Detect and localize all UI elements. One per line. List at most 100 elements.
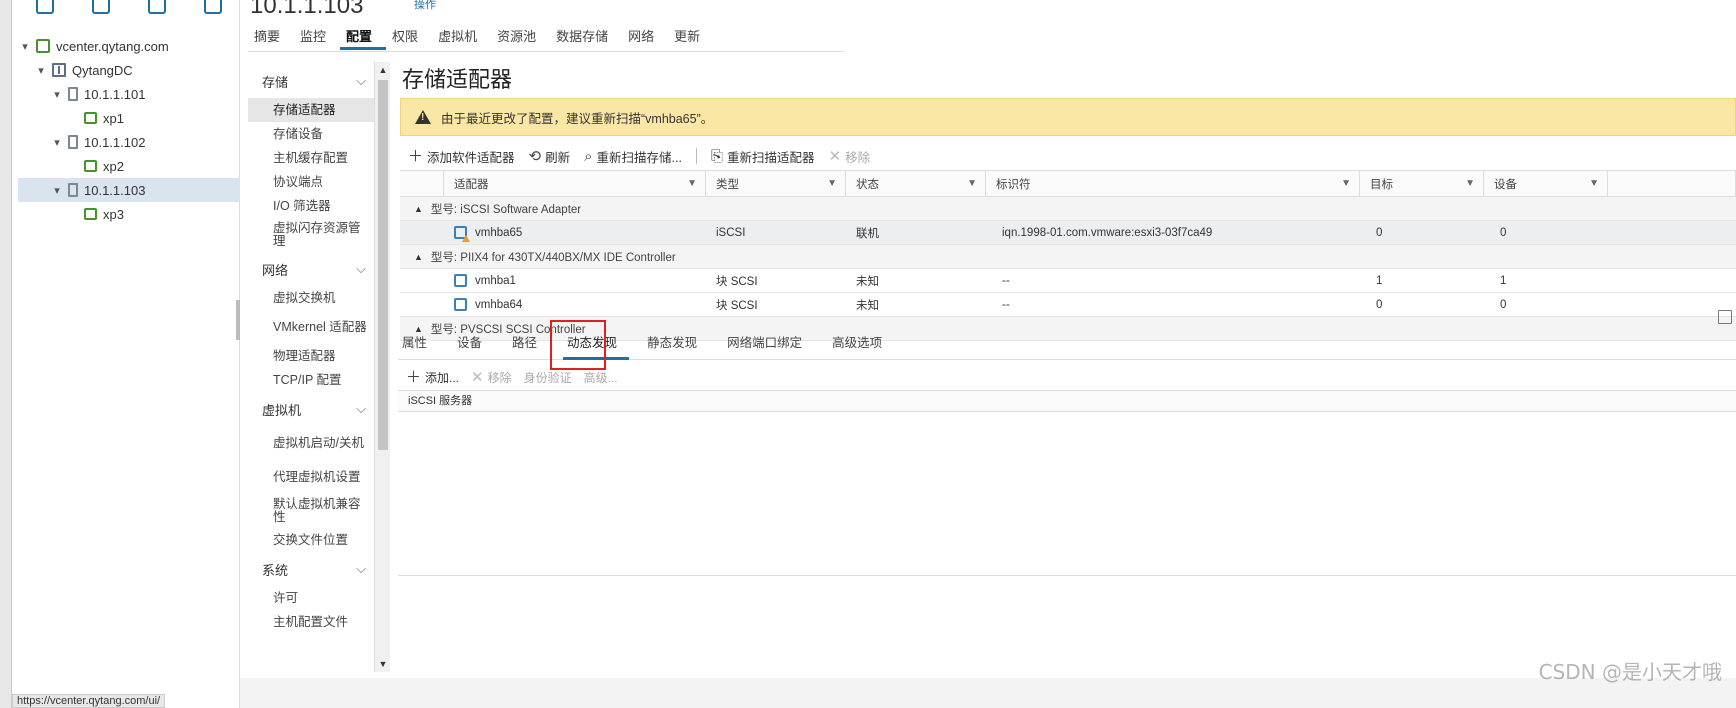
column-header-targets[interactable]: 目标 ▼: [1360, 171, 1484, 196]
tree-node-host-103[interactable]: ▾ 10.1.1.103: [18, 178, 240, 202]
networking-icon[interactable]: [204, 0, 222, 14]
nav-item-protocol-endpoints[interactable]: 协议端点: [248, 170, 374, 194]
add-target-button[interactable]: ＋ 添加...: [406, 369, 459, 386]
inventory-view-switcher: [24, 0, 234, 20]
tree-node-label: xp3: [103, 206, 124, 222]
tab-advanced-options[interactable]: 高级选项: [828, 328, 894, 360]
configure-nav: 存储 ⌵ 存储适配器 存储设备 主机缓存配置 协议端点 I/O 筛选器 虚拟闪存…: [248, 64, 374, 676]
rescan-adapter-button[interactable]: ⎘ 重新扫描适配器: [711, 147, 815, 166]
filter-icon[interactable]: ▼: [827, 178, 837, 189]
nav-scrollbar[interactable]: ▲ ▼: [374, 62, 390, 672]
nav-item-default-vm-compat[interactable]: 默认虚拟机兼容性: [248, 494, 374, 528]
hosts-clusters-icon[interactable]: [36, 0, 54, 14]
remove-target-button[interactable]: ✕ 移除: [471, 369, 512, 386]
nav-item-host-cache[interactable]: 主机缓存配置: [248, 146, 374, 170]
tree-node-host-102[interactable]: ▾ 10.1.1.102: [18, 130, 240, 154]
nav-item-storage-adapters[interactable]: 存储适配器: [248, 98, 374, 122]
tree-node-host-101[interactable]: ▾ 10.1.1.101: [18, 82, 240, 106]
remove-button[interactable]: ✕ 移除: [828, 147, 870, 166]
nav-group-vm[interactable]: 虚拟机 ⌵: [248, 392, 374, 426]
nav-item-agent-vm[interactable]: 代理虚拟机设置: [248, 460, 374, 494]
column-header-adapter[interactable]: 适配器 ▼: [444, 171, 706, 196]
rescan-storage-button[interactable]: ⌕ 重新扫描存储...: [584, 147, 682, 166]
button-label: 移除: [845, 150, 871, 165]
scroll-down-icon[interactable]: ▼: [378, 659, 388, 669]
nav-item-virtual-switches[interactable]: 虚拟交换机: [248, 286, 374, 310]
nav-group-storage[interactable]: 存储 ⌵: [248, 64, 374, 98]
column-header-status[interactable]: 状态 ▼: [846, 171, 986, 196]
filter-icon[interactable]: ▼: [687, 178, 697, 189]
nav-item-physical-adapters[interactable]: 物理适配器: [248, 344, 374, 368]
tab-datastores[interactable]: 数据存储: [550, 26, 622, 50]
pane-resize-handle[interactable]: [236, 300, 240, 340]
toolbar-separator: [695, 148, 697, 164]
tab-monitor[interactable]: 监控: [294, 26, 340, 50]
filter-icon[interactable]: ▼: [967, 178, 977, 189]
column-header-identifier[interactable]: 标识符 ▼: [986, 171, 1360, 196]
filter-icon[interactable]: ▼: [1465, 178, 1475, 189]
nav-group-network[interactable]: 网络 ⌵: [248, 252, 374, 286]
chevron-down-icon[interactable]: ▾: [50, 88, 64, 101]
table-row[interactable]: vmhba64 块 SCSI 未知 -- 0 0: [400, 293, 1736, 317]
chevron-down-icon[interactable]: ▾: [50, 184, 64, 197]
iscsi-server-column-header[interactable]: iSCSI 服务器: [398, 390, 1736, 412]
collapse-icon[interactable]: ▲: [414, 204, 423, 214]
scrollbar-thumb[interactable]: [378, 80, 388, 450]
nav-item-storage-devices[interactable]: 存储设备: [248, 122, 374, 146]
refresh-button[interactable]: ⟲ 刷新: [529, 147, 571, 166]
tab-permissions[interactable]: 权限: [386, 26, 432, 50]
cell-identifier: --: [1002, 274, 1010, 287]
tree-node-vm-xp3[interactable]: xp3: [18, 202, 240, 226]
nav-item-flash-resource[interactable]: 虚拟闪存资源管理: [248, 218, 374, 252]
tab-resource-pools[interactable]: 资源池: [491, 26, 550, 50]
advanced-button[interactable]: 高级...: [584, 369, 618, 386]
nav-item-tcpip[interactable]: TCP/IP 配置: [248, 368, 374, 392]
table-group-row[interactable]: ▲ 型号: iSCSI Software Adapter: [400, 197, 1736, 221]
tab-configure[interactable]: 配置: [340, 26, 387, 50]
tab-summary[interactable]: 摘要: [248, 26, 294, 50]
table-row[interactable]: vmhba1 块 SCSI 未知 -- 1 1: [400, 269, 1736, 293]
tab-networks[interactable]: 网络: [622, 26, 668, 50]
tree-node-vcenter[interactable]: ▾ vcenter.qytang.com: [18, 34, 240, 58]
copy-icon[interactable]: [1718, 310, 1732, 324]
tree-node-vm-xp1[interactable]: xp1: [18, 106, 240, 130]
tab-network-port-binding[interactable]: 网络端口绑定: [723, 328, 814, 360]
page-title: 10.1.1.103: [250, 0, 364, 19]
table-group-row[interactable]: ▲ 型号: PIIX4 for 430TX/440BX/MX IDE Contr…: [400, 245, 1736, 269]
filter-icon[interactable]: ▼: [1589, 178, 1599, 189]
tree-node-datacenter[interactable]: ▾ QytangDC: [18, 58, 240, 82]
nav-item-licensing[interactable]: 许可: [248, 586, 374, 610]
vms-templates-icon[interactable]: [92, 0, 110, 14]
adapter-toolbar: ＋ 添加软件适配器 ⟲ 刷新 ⌕ 重新扫描存储... ⎘ 重新扫描适配器 ✕ 移…: [408, 142, 870, 170]
nav-item-host-profile[interactable]: 主机配置文件: [248, 610, 374, 634]
storage-icon[interactable]: [148, 0, 166, 14]
tab-devices[interactable]: 设备: [453, 328, 494, 360]
tab-paths[interactable]: 路径: [508, 328, 549, 360]
chevron-down-icon[interactable]: ▾: [34, 64, 48, 77]
button-label: 添加...: [425, 370, 460, 385]
table-row[interactable]: vmhba65 iSCSI 联机 iqn.1998-01.com.vmware:…: [400, 221, 1736, 245]
nav-item-swap-file[interactable]: 交换文件位置: [248, 528, 374, 552]
add-software-adapter-button[interactable]: ＋ 添加软件适配器: [408, 147, 515, 166]
column-header-devices[interactable]: 设备 ▼: [1484, 171, 1608, 196]
tab-vms[interactable]: 虚拟机: [432, 26, 491, 50]
adapter-table: 适配器 ▼ 类型 ▼ 状态 ▼ 标识符 ▼ 目标 ▼ 设备 ▼ ▲ 型号: iS…: [400, 170, 1736, 341]
tab-static-discovery[interactable]: 静态发现: [643, 328, 709, 360]
button-label: 重新扫描适配器: [726, 150, 815, 165]
actions-menu-button[interactable]: 操作: [414, 0, 436, 12]
column-label: 设备: [1494, 178, 1517, 191]
collapse-icon[interactable]: ▲: [414, 252, 423, 262]
filter-icon[interactable]: ▼: [1341, 178, 1351, 189]
nav-item-vm-startup[interactable]: 虚拟机启动/关机: [248, 426, 374, 460]
nav-item-vmkernel-adapters[interactable]: VMkernel 适配器: [248, 310, 374, 344]
nav-item-io-filters[interactable]: I/O 筛选器: [248, 194, 374, 218]
scroll-up-icon[interactable]: ▲: [378, 65, 388, 75]
tree-node-vm-xp2[interactable]: xp2: [18, 154, 240, 178]
column-header-type[interactable]: 类型 ▼: [706, 171, 846, 196]
tab-properties[interactable]: 属性: [398, 328, 439, 360]
tab-updates[interactable]: 更新: [668, 26, 714, 50]
chevron-down-icon[interactable]: ▾: [50, 136, 64, 149]
authentication-button[interactable]: 身份验证: [524, 369, 572, 386]
chevron-down-icon[interactable]: ▾: [18, 40, 32, 53]
nav-group-system[interactable]: 系统 ⌵: [248, 552, 374, 586]
